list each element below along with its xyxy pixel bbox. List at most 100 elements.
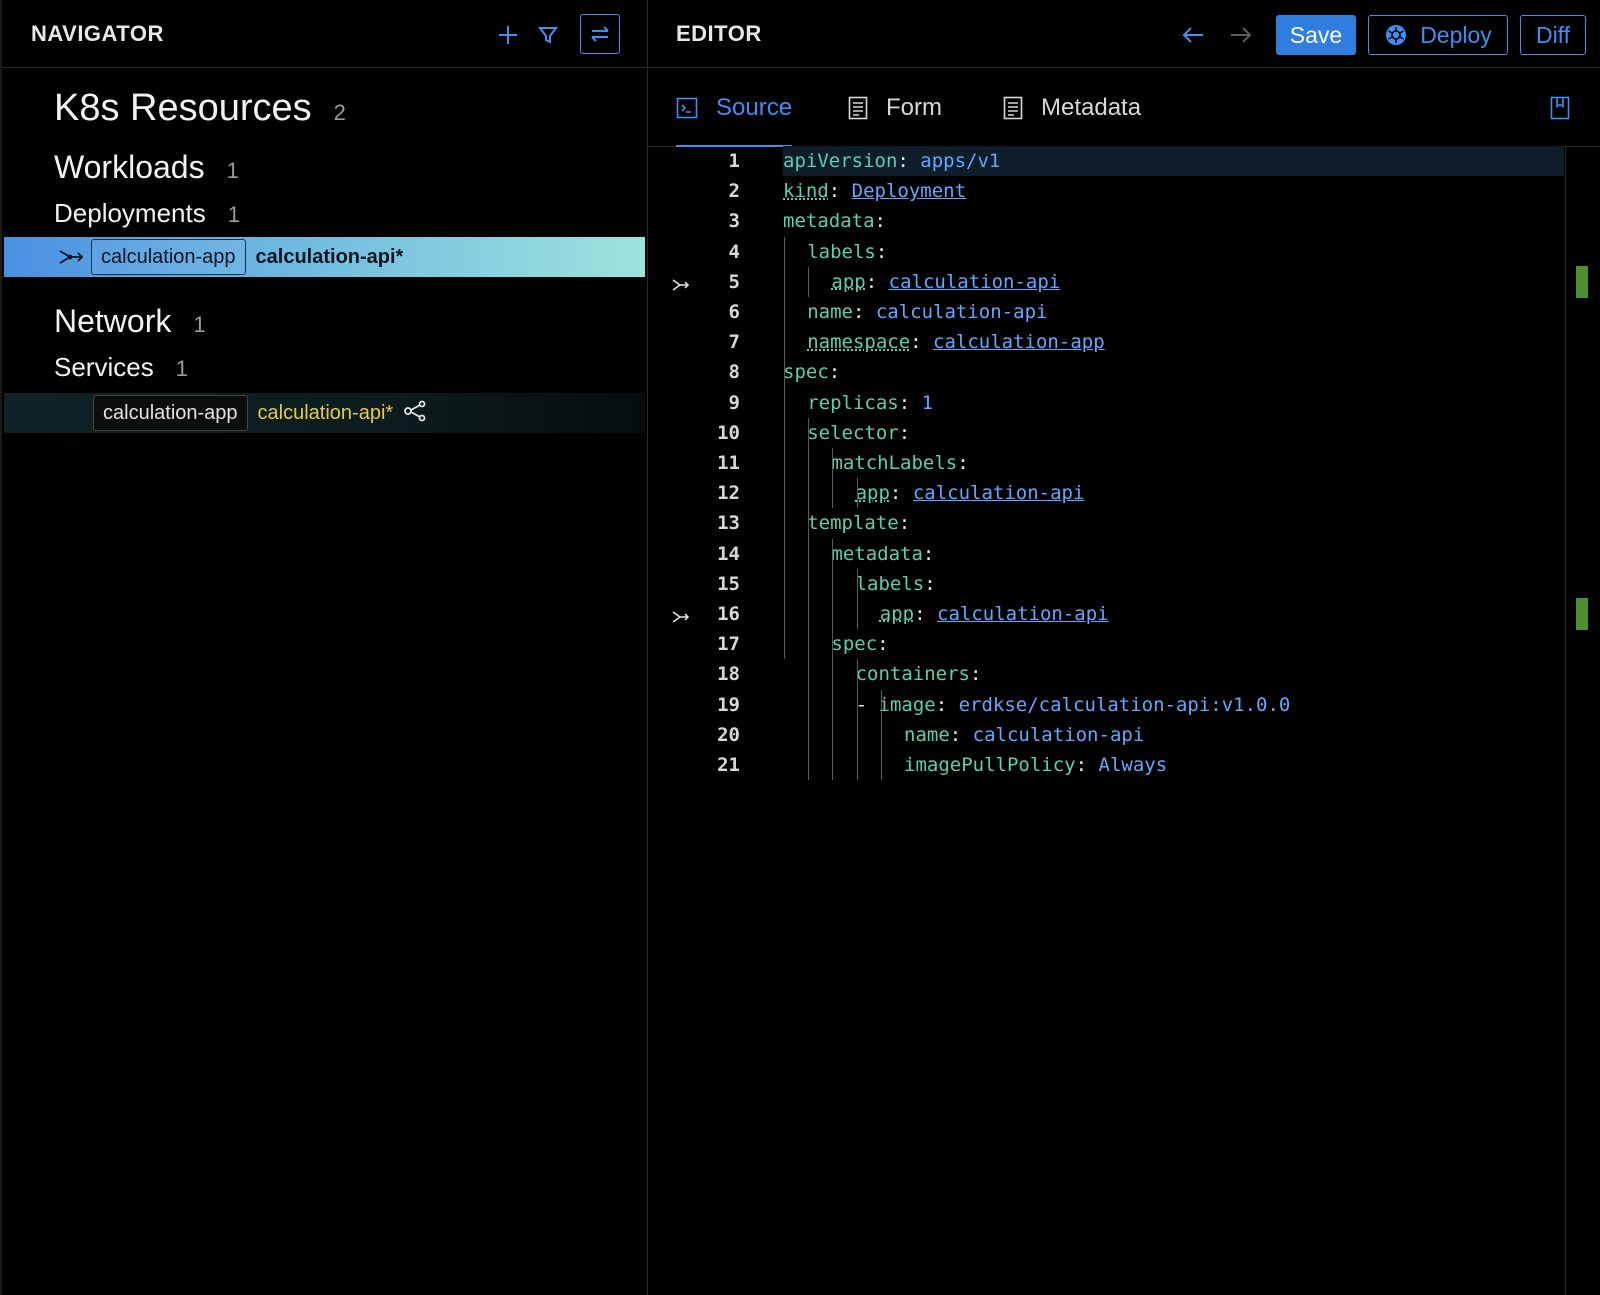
yaml-key: metadata: [783, 210, 875, 233]
code-text: apiVersion: apps/v1: [783, 150, 1001, 172]
deploy-label: Deploy: [1420, 21, 1492, 48]
code-editor[interactable]: 1 apiVersion: apps/v1 2 kind: Deployment 3 me…: [648, 146, 1600, 1295]
yaml-key: containers: [855, 663, 970, 686]
save-button[interactable]: Save: [1276, 15, 1356, 55]
code-text: labels:: [855, 572, 936, 595]
tab-metadata[interactable]: Metadata: [1003, 70, 1141, 146]
services-section[interactable]: Services 1: [54, 352, 188, 383]
yaml-value[interactable]: calculation-app: [933, 331, 1105, 353]
back-arrow-icon[interactable]: [1178, 20, 1208, 50]
yaml-value: Always: [1098, 754, 1168, 776]
yaml-key: name: [904, 723, 950, 746]
yaml-key: name: [807, 301, 853, 323]
section-count: 2: [333, 100, 346, 125]
line-number: 3: [728, 210, 740, 233]
editor-header: EDITOR Save Deploy Diff: [648, 0, 1600, 68]
indent-guide: [856, 478, 858, 509]
code-line[interactable]: 2 kind: Deployment: [648, 176, 1564, 206]
yaml-value[interactable]: calculation-api: [889, 271, 1061, 293]
line-number: 8: [728, 361, 740, 384]
namespace-chip: calculation-app: [91, 239, 246, 275]
tab-form[interactable]: Form: [848, 70, 942, 146]
code-text: app: calculation-api: [831, 270, 1061, 293]
code-line[interactable]: 4 labels:: [648, 237, 1564, 267]
collapse-icon[interactable]: [580, 14, 620, 54]
bookmark-icon[interactable]: [1550, 96, 1570, 125]
workloads-section[interactable]: Workloads 1: [54, 149, 239, 186]
yaml-value: 1: [921, 391, 934, 414]
service-item[interactable]: calculation-app calculation-api*: [4, 393, 645, 433]
code-text: app: calculation-api: [879, 603, 1109, 625]
yaml-value[interactable]: calculation-api: [913, 482, 1085, 504]
kubernetes-icon: [1386, 25, 1407, 45]
indent-guide: [856, 568, 858, 630]
line-number: 17: [717, 633, 740, 656]
yaml-key: namespace: [807, 331, 911, 354]
editor-scrollbar[interactable]: [1565, 146, 1566, 1295]
section-count: 1: [175, 356, 188, 381]
code-line[interactable]: 21 imagePullPolicy: Always: [648, 750, 1564, 780]
filter-icon[interactable]: [530, 17, 566, 53]
code-line[interactable]: 19 - image: erdkse/calculation-api:v1.0.0: [648, 690, 1564, 720]
code-line[interactable]: 18 containers:: [648, 659, 1564, 689]
code-line[interactable]: 15 labels:: [648, 569, 1564, 599]
code-line[interactable]: 8 spec:: [648, 357, 1564, 387]
code-line[interactable]: 7 namespace: calculation-app: [648, 327, 1564, 357]
deploy-button[interactable]: Deploy: [1368, 15, 1508, 55]
code-line[interactable]: 17 spec:: [648, 629, 1564, 659]
tab-source[interactable]: Source: [676, 70, 793, 147]
metadata-icon: [1003, 96, 1023, 120]
code-text: kind: Deployment: [783, 180, 967, 203]
network-section[interactable]: Network 1: [54, 303, 206, 340]
section-count: 1: [226, 158, 239, 183]
code-text: imagePullPolicy: Always: [904, 754, 1168, 776]
code-text: metadata:: [831, 542, 935, 565]
section-label: Network: [54, 303, 172, 339]
link-icon[interactable]: [672, 275, 690, 297]
link-icon[interactable]: [672, 607, 690, 629]
yaml-value[interactable]: Deployment: [852, 180, 966, 202]
code-line[interactable]: 3 metadata:: [648, 206, 1564, 236]
code-line[interactable]: 6 name: calculation-api: [648, 297, 1564, 327]
code-line[interactable]: 10 selector:: [648, 418, 1564, 448]
code-text: template:: [807, 512, 911, 535]
indent-guide: [832, 448, 834, 509]
resource-name: calculation-api*: [257, 401, 394, 424]
code-text: matchLabels:: [831, 452, 969, 474]
yaml-value[interactable]: calculation-api: [937, 603, 1109, 625]
editor-tabs: Source Form Metadata: [648, 70, 1600, 147]
plus-icon[interactable]: [490, 17, 526, 53]
code-line[interactable]: 12 app: calculation-api: [648, 478, 1564, 508]
deployment-item[interactable]: calculation-app calculation-api*: [4, 237, 645, 277]
deployments-section[interactable]: Deployments 1: [54, 198, 240, 229]
indent-guide: [784, 236, 785, 660]
code-text: app: calculation-api: [855, 482, 1085, 505]
indent-guide: [808, 417, 810, 781]
yaml-key: app: [879, 603, 915, 625]
code-line[interactable]: 20 name: calculation-api: [648, 720, 1564, 750]
code-line[interactable]: 5 app: calculation-api: [648, 267, 1564, 297]
form-icon: [848, 96, 868, 120]
code-line[interactable]: 13 template:: [648, 508, 1564, 538]
outgoing-link-icon[interactable]: [58, 247, 84, 272]
forward-arrow-icon[interactable]: [1226, 20, 1256, 50]
k8s-resources-section[interactable]: K8s Resources 2: [54, 87, 346, 130]
code-line[interactable]: 14 metadata:: [648, 539, 1564, 569]
line-number: 18: [717, 663, 740, 686]
line-number: 5: [728, 270, 740, 293]
editor-title: EDITOR: [676, 20, 762, 46]
incoming-link-icon[interactable]: [403, 400, 427, 427]
diff-button[interactable]: Diff: [1520, 15, 1586, 55]
code-line[interactable]: 1 apiVersion: apps/v1: [729, 146, 1564, 176]
yaml-key: spec: [831, 633, 878, 656]
yaml-key: image: [878, 693, 936, 716]
code-line[interactable]: 16 app: calculation-api: [648, 599, 1564, 629]
yaml-key: replicas: [807, 391, 899, 414]
line-number: 1: [728, 150, 740, 172]
section-label: K8s Resources: [54, 87, 312, 129]
code-text: labels:: [807, 240, 888, 263]
code-line[interactable]: 11 matchLabels:: [648, 448, 1564, 478]
code-line[interactable]: 9 replicas: 1: [648, 388, 1564, 418]
change-marker: [1576, 598, 1588, 630]
code-text: namespace: calculation-app: [807, 331, 1105, 354]
